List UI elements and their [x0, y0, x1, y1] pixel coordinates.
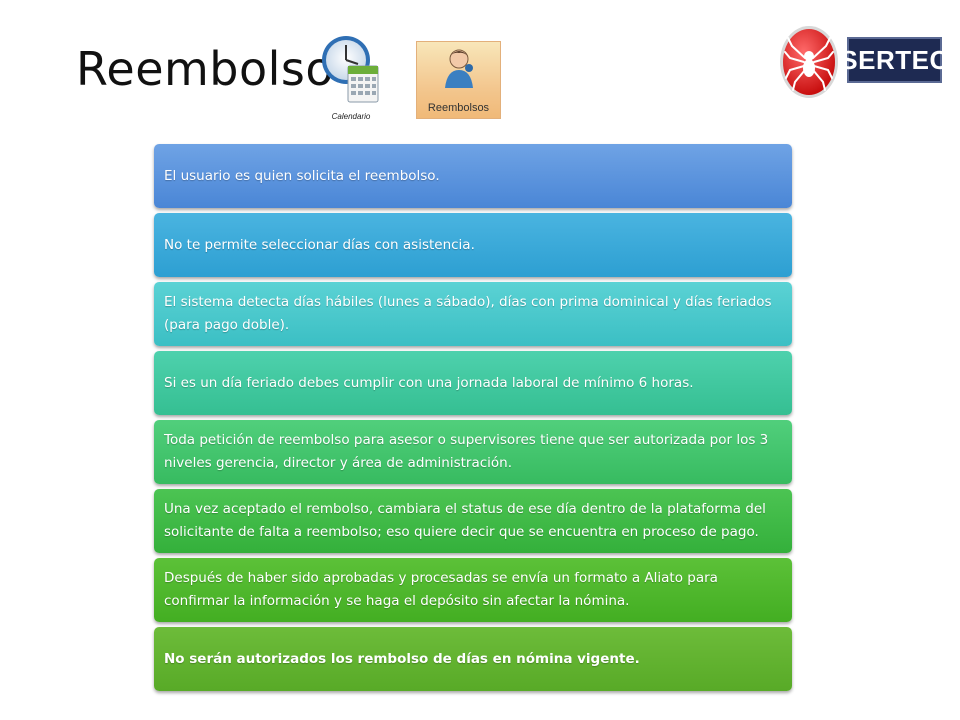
rule-text: Si es un día feriado debes cumplir con u… — [164, 374, 694, 391]
calendar-clock-icon — [322, 36, 379, 103]
calendar-shortcut[interactable]: Calendario — [320, 32, 382, 122]
rule-item: El sistema detecta días hábiles (lunes a… — [154, 282, 792, 346]
rule-item: Una vez aceptado el rembolso, cambiara e… — [154, 489, 792, 553]
rule-item: No serán autorizados los rembolso de día… — [154, 627, 792, 691]
spider-logo-icon — [780, 26, 838, 98]
rule-text: El sistema detecta días hábiles (lunes a… — [164, 294, 772, 333]
rule-text: Toda petición de reembolso para asesor o… — [164, 432, 769, 471]
rule-item: Si es un día feriado debes cumplir con u… — [154, 351, 792, 415]
rule-item: El usuario es quien solicita el reembols… — [154, 144, 792, 208]
calendar-label: Calendario — [331, 112, 371, 121]
reembolsos-shortcut[interactable]: Reembolsos — [416, 41, 501, 119]
rule-text: Una vez aceptado el rembolso, cambiara e… — [164, 501, 766, 540]
rule-text: El usuario es quien solicita el reembols… — [164, 167, 440, 184]
page-title: Reembolso — [76, 42, 335, 96]
rule-text: No te permite seleccionar días con asist… — [164, 236, 475, 253]
rule-text: Después de haber sido aprobadas y proces… — [164, 570, 718, 609]
rule-item: Toda petición de reembolso para asesor o… — [154, 420, 792, 484]
person-icon — [445, 49, 473, 88]
rule-item: No te permite seleccionar días con asist… — [154, 213, 792, 277]
brand-badge: SERTEC — [840, 37, 948, 83]
reembolsos-label: Reembolsos — [427, 102, 490, 114]
rule-item: Después de haber sido aprobadas y proces… — [154, 558, 792, 622]
rule-text: No serán autorizados los rembolso de día… — [164, 650, 640, 667]
